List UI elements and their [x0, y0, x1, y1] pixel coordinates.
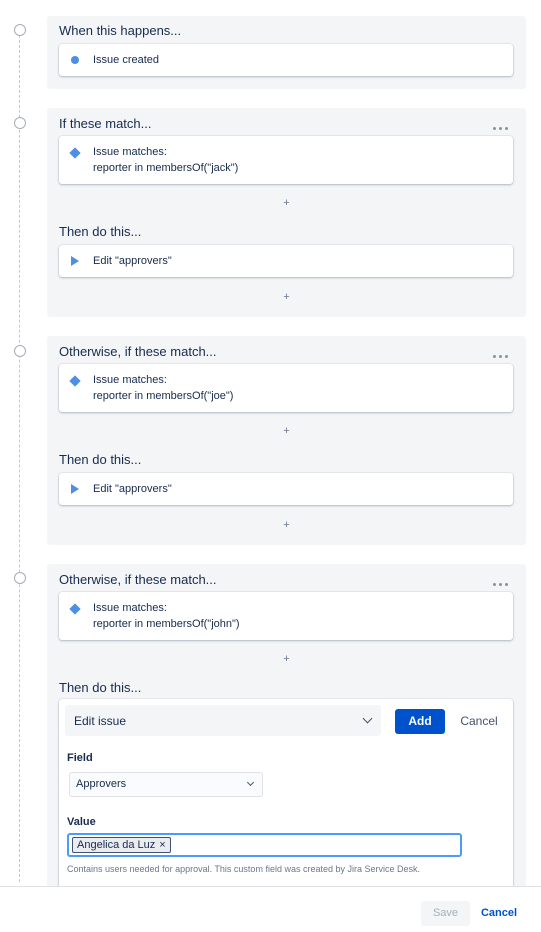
action-label: Edit "approvers"	[93, 483, 172, 495]
save-button[interactable]: Save	[421, 901, 470, 926]
timeline-node	[14, 572, 26, 584]
condition-line2: reporter in membersOf("jack")	[93, 162, 239, 174]
cancel-button[interactable]: Cancel	[476, 901, 522, 926]
user-tag: Angelica da Luz ×	[72, 837, 171, 853]
branch-title: If these match...	[59, 116, 152, 131]
branch-title: Otherwise, if these match...	[59, 572, 217, 587]
timeline-node	[14, 117, 26, 129]
add-condition-button[interactable]: +	[47, 197, 526, 209]
timeline-node	[14, 24, 26, 36]
field-select-value: Approvers	[76, 778, 127, 790]
condition-line2: reporter in membersOf("joe")	[93, 390, 234, 402]
trigger-section: When this happens... Issue created	[47, 16, 526, 89]
add-action-button[interactable]: +	[47, 291, 526, 303]
trigger-label: Issue created	[93, 54, 160, 66]
condition-line1: Issue matches:	[93, 146, 167, 158]
condition-card[interactable]: Issue matches: reporter in membersOf("jo…	[59, 592, 513, 640]
add-button[interactable]: Add	[395, 709, 445, 734]
chevron-down-icon	[246, 778, 255, 787]
field-help-text: Contains users needed for approval. This…	[67, 864, 420, 874]
field-select[interactable]: Approvers	[69, 772, 263, 797]
add-action-button[interactable]: +	[47, 519, 526, 531]
action-type-select[interactable]: Edit issue	[65, 705, 381, 736]
value-label: Value	[67, 816, 96, 828]
diamond-icon	[69, 603, 81, 615]
timeline-node	[14, 345, 26, 357]
condition-card[interactable]: Issue matches: reporter in membersOf("jo…	[59, 364, 513, 412]
footer-bar: Save Cancel	[0, 886, 541, 932]
field-label: Field	[67, 752, 93, 764]
value-user-picker[interactable]: Angelica da Luz ×	[67, 833, 462, 857]
action-label: Edit "approvers"	[93, 255, 172, 267]
then-title: Then do this...	[59, 680, 142, 695]
trigger-card[interactable]: Issue created	[59, 44, 513, 76]
more-horizontal-icon[interactable]	[490, 348, 508, 358]
add-condition-button[interactable]: +	[47, 653, 526, 665]
diamond-icon	[69, 147, 81, 159]
condition-text: Issue matches: reporter in membersOf("jo…	[93, 600, 240, 632]
condition-branch-section: Otherwise, if these match... Issue match…	[47, 336, 526, 545]
action-type-value: Edit issue	[74, 714, 127, 728]
then-title: Then do this...	[59, 452, 142, 467]
diamond-icon	[69, 375, 81, 387]
user-tag-label: Angelica da Luz	[77, 839, 156, 851]
condition-branch-section: Otherwise, if these match... Issue match…	[47, 564, 526, 894]
condition-branch-section: If these match... Issue matches: reporte…	[47, 108, 526, 317]
more-horizontal-icon[interactable]	[490, 576, 508, 586]
condition-line1: Issue matches:	[93, 374, 167, 386]
cancel-button[interactable]: Cancel	[455, 709, 503, 734]
edit-issue-panel: Edit issue Add Cancel Field Approvers Va…	[59, 699, 513, 889]
play-icon	[71, 256, 79, 266]
more-horizontal-icon[interactable]	[490, 120, 508, 130]
add-condition-button[interactable]: +	[47, 425, 526, 437]
action-card[interactable]: Edit "approvers"	[59, 245, 513, 277]
condition-text: Issue matches: reporter in membersOf("ja…	[93, 144, 238, 176]
chevron-down-icon	[362, 713, 373, 724]
then-title: Then do this...	[59, 224, 142, 239]
trigger-title: When this happens...	[59, 23, 182, 38]
condition-card[interactable]: Issue matches: reporter in membersOf("ja…	[59, 136, 513, 184]
condition-line1: Issue matches:	[93, 602, 167, 614]
dot-icon	[71, 56, 79, 64]
timeline-line	[19, 30, 20, 882]
remove-tag-icon[interactable]: ×	[159, 839, 165, 851]
play-icon	[71, 484, 79, 494]
condition-text: Issue matches: reporter in membersOf("jo…	[93, 372, 233, 404]
action-card[interactable]: Edit "approvers"	[59, 473, 513, 505]
branch-title: Otherwise, if these match...	[59, 344, 217, 359]
condition-line2: reporter in membersOf("john")	[93, 618, 240, 630]
